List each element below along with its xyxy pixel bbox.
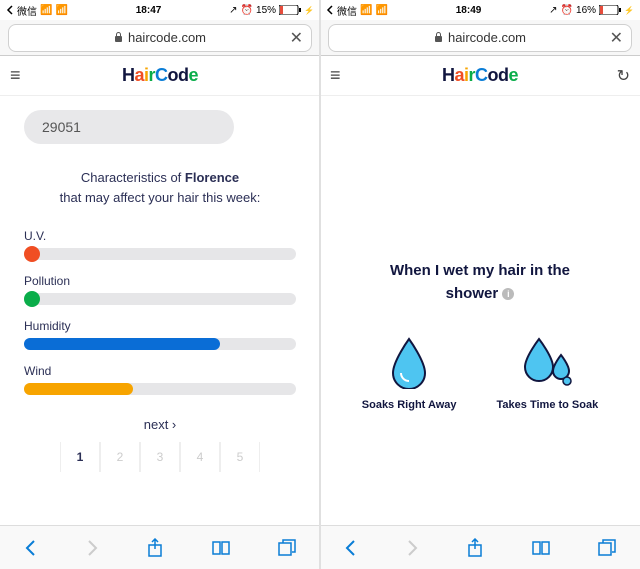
charging-icon: ⚡ — [624, 6, 634, 15]
chevron-left-icon — [6, 5, 14, 15]
meter-pollution: Pollution — [24, 274, 296, 305]
phone-right: 微信 📶 📶 18:49 ↗ ⏰ 16% ⚡ haircode.com ✕ ≡ … — [320, 0, 640, 569]
clock: 18:47 — [136, 5, 162, 16]
location-icon: ↗ — [229, 5, 237, 16]
chevron-left-icon — [326, 5, 334, 15]
carrier-label: 微信 — [17, 3, 37, 18]
meter-track — [24, 248, 296, 260]
browser-url-bar: haircode.com ✕ — [0, 20, 320, 56]
safari-toolbar — [320, 525, 640, 569]
water-drops-icon — [521, 335, 573, 389]
logo[interactable]: HairCode — [122, 65, 198, 86]
meter-label: Humidity — [24, 319, 296, 333]
meter-label: U.V. — [24, 229, 296, 243]
status-bar: 微信 📶 📶 18:47 ↗ ⏰ 15% ⚡ — [0, 0, 320, 20]
option-label: Soaks Right Away — [362, 399, 457, 411]
tabs-icon[interactable] — [598, 539, 616, 557]
battery-label: 16% — [576, 5, 596, 16]
url-text: haircode.com — [128, 30, 206, 45]
info-icon[interactable]: i — [502, 288, 514, 300]
browser-url-bar: haircode.com ✕ — [320, 20, 640, 56]
menu-icon[interactable]: ≡ — [10, 65, 21, 86]
meter-wind: Wind — [24, 364, 296, 395]
status-bar: 微信 📶 📶 18:49 ↗ ⏰ 16% ⚡ — [320, 0, 640, 20]
main-content-right: When I wet my hair in theshower i Soaks … — [320, 96, 640, 525]
meter-track — [24, 383, 296, 395]
refresh-icon[interactable]: ↻ — [617, 66, 630, 86]
url-text: haircode.com — [448, 30, 526, 45]
wifi-icon: 📶 — [55, 5, 67, 16]
forward-icon[interactable] — [85, 539, 99, 557]
page-3[interactable]: 3 — [140, 442, 180, 472]
meter-label: Wind — [24, 364, 296, 378]
pagination: 12345 — [24, 442, 296, 472]
battery-icon — [599, 5, 621, 15]
bookmarks-icon[interactable] — [531, 540, 551, 556]
app-header: ≡ HairCode — [0, 56, 320, 96]
meter-track — [24, 293, 296, 305]
lock-icon — [434, 32, 443, 43]
alarm-icon: ⏰ — [241, 5, 253, 16]
option-label: Takes Time to Soak — [497, 399, 599, 411]
meter-label: Pollution — [24, 274, 296, 288]
options-row: Soaks Right Away Takes Time to Soak — [344, 335, 616, 411]
water-drop-icon — [387, 335, 431, 389]
meter-uv: U.V. — [24, 229, 296, 260]
back-icon[interactable] — [344, 539, 358, 557]
main-content-left: 29051 Characteristics of Florence that m… — [0, 96, 320, 525]
zip-input[interactable]: 29051 — [24, 110, 234, 144]
lock-icon — [114, 32, 123, 43]
clock: 18:49 — [456, 5, 482, 16]
url-field[interactable]: haircode.com ✕ — [8, 24, 312, 52]
next-button[interactable]: next › — [24, 417, 296, 432]
tabs-icon[interactable] — [278, 539, 296, 557]
signal-icon: 📶 — [360, 5, 372, 16]
signal-icon: 📶 — [40, 5, 52, 16]
safari-toolbar — [0, 525, 320, 569]
carrier-label: 微信 — [337, 3, 357, 18]
forward-icon[interactable] — [405, 539, 419, 557]
phone-left: 微信 📶 📶 18:47 ↗ ⏰ 15% ⚡ haircode.com ✕ ≡ … — [0, 0, 320, 569]
share-icon[interactable] — [466, 538, 484, 558]
url-field[interactable]: haircode.com ✕ — [328, 24, 632, 52]
location-icon: ↗ — [549, 5, 557, 16]
bookmarks-icon[interactable] — [211, 540, 231, 556]
share-icon[interactable] — [146, 538, 164, 558]
battery-label: 15% — [256, 5, 276, 16]
question-text: When I wet my hair in theshower i — [344, 260, 616, 305]
app-header: ≡ HairCode ↻ — [320, 56, 640, 96]
charging-icon: ⚡ — [304, 6, 314, 15]
wifi-icon: 📶 — [375, 5, 387, 16]
back-icon[interactable] — [24, 539, 38, 557]
page-4[interactable]: 4 — [180, 442, 220, 472]
logo[interactable]: HairCode — [442, 65, 518, 86]
page-1[interactable]: 1 — [60, 442, 100, 472]
meter-track — [24, 338, 296, 350]
alarm-icon: ⏰ — [561, 5, 573, 16]
meter-humidity: Humidity — [24, 319, 296, 350]
characteristics-text: Characteristics of Florence that may aff… — [24, 168, 296, 207]
stop-icon[interactable]: ✕ — [290, 28, 303, 48]
menu-icon[interactable]: ≡ — [330, 65, 341, 86]
page-5[interactable]: 5 — [220, 442, 260, 472]
option-soaks-right-away[interactable]: Soaks Right Away — [362, 335, 457, 411]
battery-icon — [279, 5, 301, 15]
page-2[interactable]: 2 — [100, 442, 140, 472]
stop-icon[interactable]: ✕ — [610, 28, 623, 48]
option-takes-time[interactable]: Takes Time to Soak — [497, 335, 599, 411]
